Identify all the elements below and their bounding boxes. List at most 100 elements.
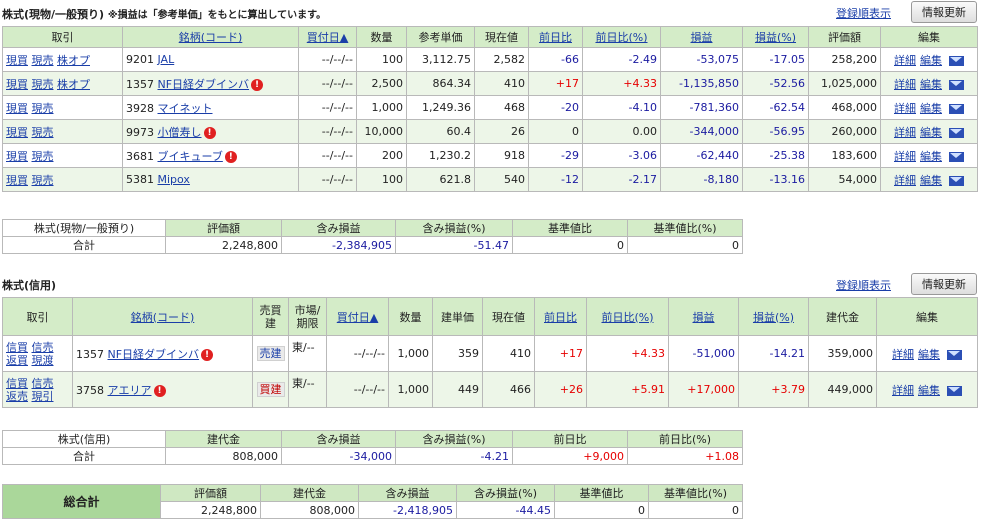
stock-name-link[interactable]: NF日経ダブインバ [108, 348, 200, 361]
change-pct: +4.33 [582, 71, 661, 96]
trade-link[interactable]: 現買 [6, 78, 28, 91]
mail-icon[interactable] [949, 79, 964, 90]
stock-name-link[interactable]: Mipox [158, 173, 190, 186]
mail-icon[interactable] [947, 385, 962, 396]
stock-name-link[interactable]: JAL [158, 53, 175, 66]
trade-link[interactable]: 現渡 [32, 354, 54, 367]
edit-link[interactable]: 編集 [920, 78, 942, 91]
trade-link[interactable]: 信売 [32, 341, 54, 354]
warning-icon[interactable]: ! [251, 78, 264, 91]
price-in: 359 [432, 335, 483, 372]
amount: 449,000 [808, 371, 877, 408]
detail-link[interactable]: 詳細 [892, 384, 914, 397]
trade-link[interactable]: 信売 [32, 377, 54, 390]
cash-refresh-button[interactable]: 情報更新 [911, 1, 977, 23]
margin-refresh-button[interactable]: 情報更新 [911, 273, 977, 295]
trade-link[interactable]: 現買 [6, 54, 28, 67]
warning-icon[interactable]: ! [224, 150, 237, 163]
col-change[interactable]: 前日比 [534, 297, 587, 336]
edit-link[interactable]: 編集 [920, 126, 942, 139]
ref-price: 621.8 [406, 167, 475, 192]
stock-name-link[interactable]: 小僧寿し [158, 126, 202, 139]
trade-link[interactable]: 株オプ [57, 54, 90, 67]
grand-total-table: 総合計 評価額 建代金 含み損益 含み損益(%) 基準値比 基準値比(%) 2,… [2, 484, 743, 519]
mail-icon[interactable] [949, 55, 964, 66]
detail-link[interactable]: 詳細 [892, 348, 914, 361]
trade-link[interactable]: 現買 [6, 174, 28, 187]
trade-link[interactable]: 現売 [32, 150, 54, 163]
warning-icon[interactable]: ! [203, 126, 216, 139]
stock-name-link[interactable]: マイネット [158, 102, 213, 115]
detail-link[interactable]: 詳細 [894, 54, 916, 67]
detail-link[interactable]: 詳細 [894, 102, 916, 115]
col-qty: 数量 [388, 297, 433, 336]
col-pl-pct[interactable]: 損益(%) [738, 297, 809, 336]
trade-link[interactable]: 信買 [6, 377, 28, 390]
trade-link[interactable]: 現売 [32, 54, 54, 67]
trade-link[interactable]: 現買 [6, 126, 28, 139]
stock-code: 9201 [126, 53, 154, 66]
qty: 100 [356, 167, 407, 192]
warning-icon[interactable]: ! [153, 384, 166, 397]
mail-icon[interactable] [949, 175, 964, 186]
trade-link[interactable]: 返買 [6, 354, 28, 367]
price: 466 [482, 371, 535, 408]
edit-link[interactable]: 編集 [920, 102, 942, 115]
grand-header: 含み損益(%) [456, 484, 555, 502]
col-change[interactable]: 前日比 [528, 26, 583, 48]
col-buy-date[interactable]: 買付日▲ [326, 297, 389, 336]
trade-link[interactable]: 現売 [32, 78, 54, 91]
trade-link[interactable]: 株オプ [57, 78, 90, 91]
trade-link[interactable]: 現売 [32, 102, 54, 115]
col-price: 現在値 [482, 297, 535, 336]
edit-link[interactable]: 編集 [920, 54, 942, 67]
summary-value: 2,248,800 [165, 236, 282, 254]
detail-link[interactable]: 詳細 [894, 126, 916, 139]
col-pl[interactable]: 損益 [668, 297, 739, 336]
detail-link[interactable]: 詳細 [894, 78, 916, 91]
cash-order-link[interactable]: 登録順表示 [836, 5, 891, 21]
grand-value: -2,418,905 [358, 501, 457, 519]
stock-name-link[interactable]: アエリア [108, 384, 152, 397]
col-change-pct[interactable]: 前日比(%) [582, 26, 661, 48]
mail-icon[interactable] [949, 103, 964, 114]
col-buy-date[interactable]: 買付日▲ [298, 26, 357, 48]
trade-link[interactable]: 返売 [6, 390, 28, 403]
summary-label: 株式(現物/一般預り) [2, 219, 166, 237]
mail-icon[interactable] [949, 151, 964, 162]
edit-link[interactable]: 編集 [920, 150, 942, 163]
mail-icon[interactable] [949, 127, 964, 138]
col-name-code[interactable]: 銘柄(コード) [72, 297, 253, 336]
trade-link[interactable]: 現買 [6, 102, 28, 115]
detail-link[interactable]: 詳細 [894, 174, 916, 187]
trade-link[interactable]: 現売 [32, 174, 54, 187]
summary-header: 前日比 [512, 430, 628, 448]
grand-total-label: 総合計 [2, 484, 161, 519]
edit-link[interactable]: 編集 [920, 174, 942, 187]
mail-icon[interactable] [947, 349, 962, 360]
ref-price: 60.4 [406, 119, 475, 144]
change-pct: -2.49 [582, 47, 661, 72]
trade-link[interactable]: 現引 [32, 390, 54, 403]
trade-link[interactable]: 現買 [6, 150, 28, 163]
edit-link[interactable]: 編集 [918, 348, 940, 361]
summary-value: -4.21 [395, 447, 513, 465]
trade-link[interactable]: 現売 [32, 126, 54, 139]
col-pl-pct[interactable]: 損益(%) [742, 26, 809, 48]
warning-icon[interactable]: ! [201, 348, 214, 361]
summary-header: 基準値比 [512, 219, 628, 237]
change: -29 [528, 143, 583, 168]
trade-link[interactable]: 信買 [6, 341, 28, 354]
col-pl[interactable]: 損益 [660, 26, 743, 48]
table-row: 現買 現売 3928 マイネット --/--/-- 1,000 1,249.36… [2, 95, 978, 120]
margin-order-link[interactable]: 登録順表示 [836, 277, 891, 293]
col-edit: 編集 [880, 26, 978, 48]
detail-link[interactable]: 詳細 [894, 150, 916, 163]
stock-name-link[interactable]: NF日経ダブインバ [158, 78, 250, 91]
stock-name-link[interactable]: ブイキューブ [158, 150, 223, 163]
pl-pct: -52.56 [742, 71, 809, 96]
edit-link[interactable]: 編集 [918, 384, 940, 397]
col-name-code[interactable]: 銘柄(コード) [122, 26, 299, 48]
col-change-pct[interactable]: 前日比(%) [586, 297, 669, 336]
pl-pct: -25.38 [742, 143, 809, 168]
